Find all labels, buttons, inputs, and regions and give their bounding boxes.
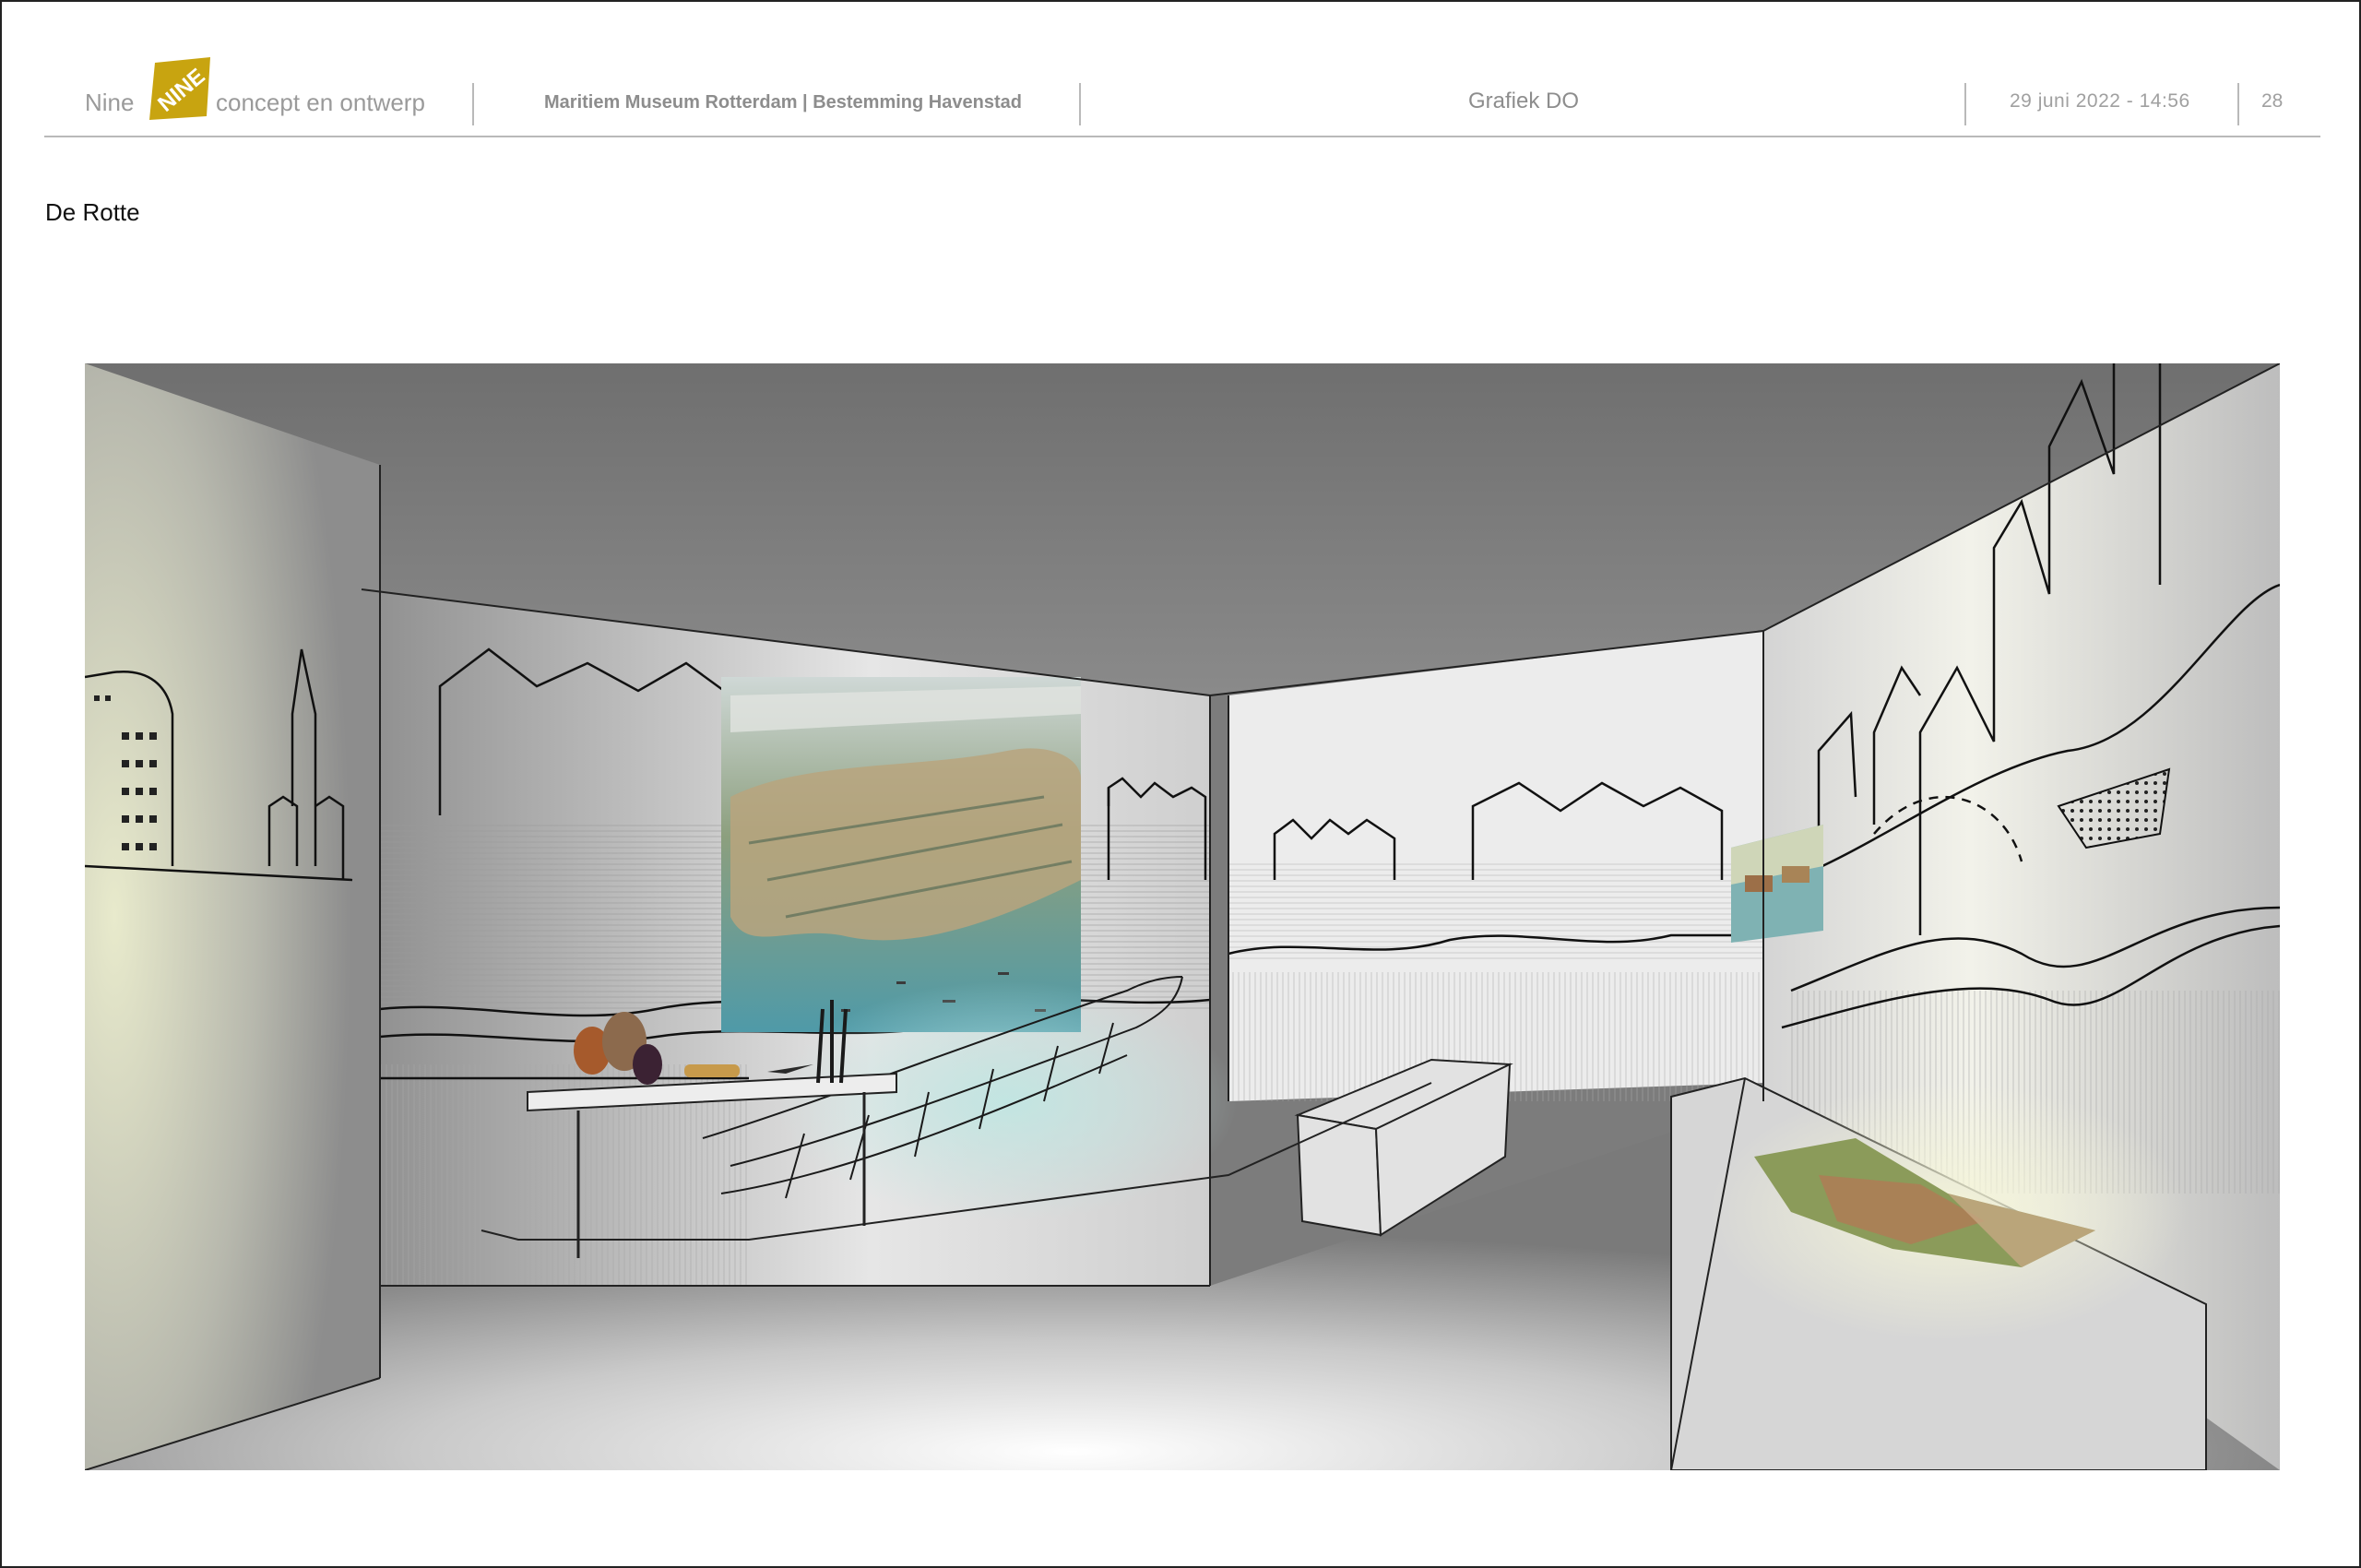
header-divider: [1964, 83, 1966, 125]
project-title: Maritiem Museum Rotterdam | Bestemming H…: [544, 92, 1022, 113]
header-divider: [1079, 83, 1081, 125]
page-number: 28: [2261, 90, 2284, 112]
document-title: Grafiek DO: [1468, 89, 1580, 113]
city-view-painting: [721, 677, 1081, 1032]
brand-tagline: concept en ontwerp: [216, 89, 425, 116]
brand-name-prefix: Nine: [85, 89, 135, 116]
exhibition-render: [85, 363, 2280, 1470]
section-title: De Rotte: [45, 198, 140, 226]
header-divider: [2237, 83, 2239, 125]
header-rule: [44, 136, 2320, 137]
render-illustration: [85, 363, 2280, 1470]
nine-logo: NINE: [146, 55, 210, 120]
date-time: 29 juni 2022 - 14:56: [2010, 90, 2190, 112]
logo-mark: NINE: [149, 57, 210, 120]
page-header: Nine NINE concept en ontwerp Maritiem Mu…: [44, 55, 2320, 138]
header-divider: [472, 83, 474, 125]
display-case: [1670, 1076, 2207, 1470]
